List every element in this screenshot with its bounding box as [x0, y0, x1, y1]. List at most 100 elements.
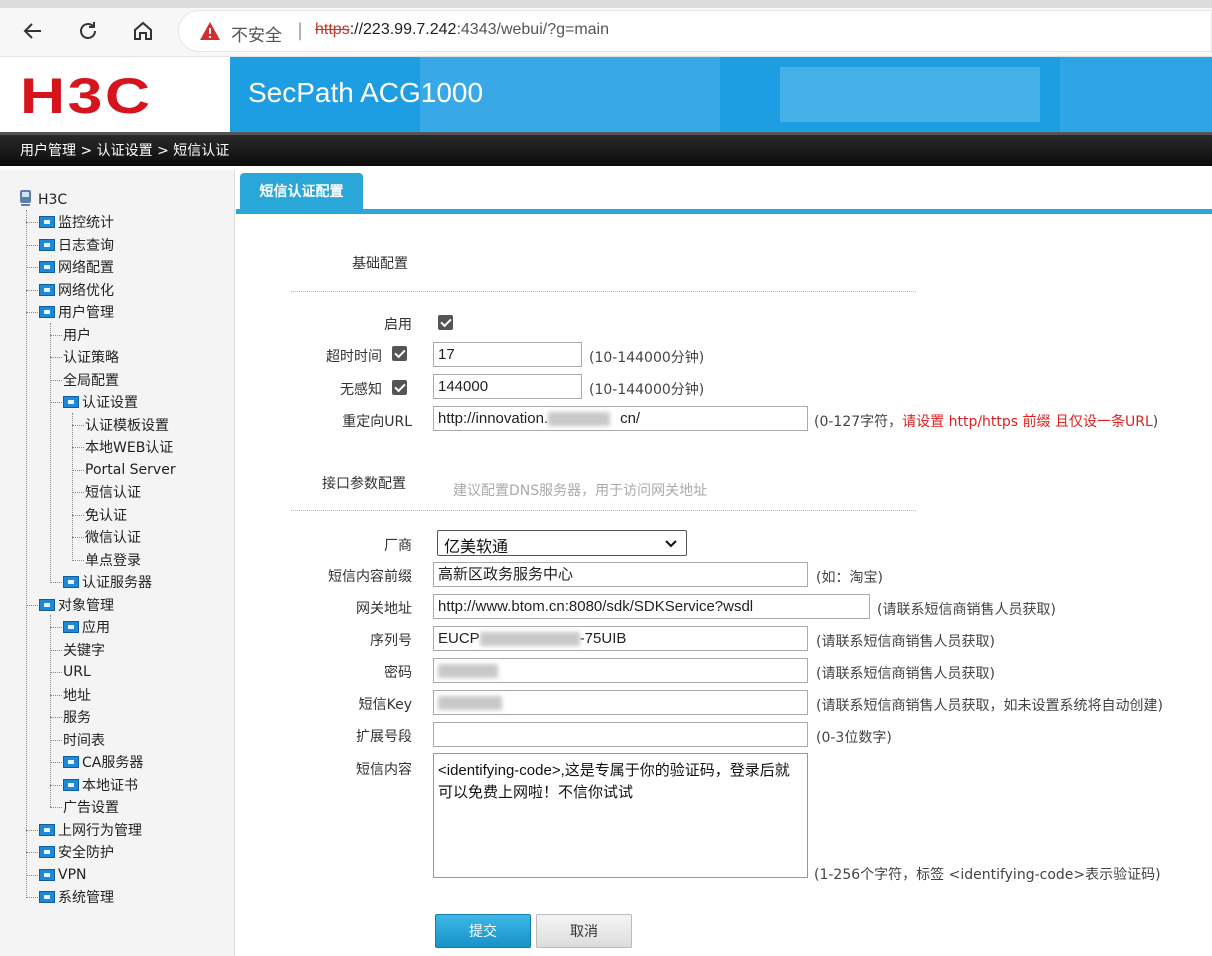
interface-config-title: 接口参数配置	[322, 476, 406, 492]
address-bar[interactable]: 不安全 | https://223.99.7.242:4343/webui/?g…	[178, 10, 1212, 52]
sidebar-item[interactable]: VPN	[39, 864, 87, 886]
gateway-input[interactable]: http://www.btom.cn:8080/sdk/SDKService?w…	[433, 594, 870, 619]
reload-icon[interactable]	[71, 14, 105, 48]
sidebar-item[interactable]: 对象管理	[39, 594, 114, 616]
sidebar-tree: H3C 监控统计日志查询网络配置网络优化用户管理用户认证策略全局配置认证设置认证…	[0, 170, 235, 956]
sidebar-item-label: 微信认证	[85, 530, 141, 546]
sidebar-item[interactable]: 上网行为管理	[39, 819, 142, 841]
browser-tab-strip	[0, 0, 1212, 8]
timeout-checkbox[interactable]	[392, 346, 407, 361]
password-hint: (请联系短信商销售人员获取)	[816, 666, 995, 682]
home-icon[interactable]	[126, 14, 160, 48]
redirect-url-input[interactable]: http://innovation. cn/	[433, 406, 808, 431]
sidebar-item[interactable]: 本地证书	[63, 774, 138, 796]
gateway-label: 网关地址	[356, 601, 412, 617]
sms-key-input[interactable]	[433, 690, 808, 715]
sidebar-item[interactable]: 免认证	[85, 504, 127, 526]
sidebar-item-label: 本地证书	[82, 777, 138, 794]
sidebar-item-label: 认证策略	[63, 350, 119, 366]
sidebar-item[interactable]: 本地WEB认证	[85, 436, 173, 458]
sms-content-hint: (1-256个字符，标签 <identifying-code>表示验证码)	[814, 867, 1161, 883]
chevron-down-icon	[664, 535, 678, 554]
sidebar-item-label: 短信认证	[85, 485, 141, 501]
sidebar-item[interactable]: 日志查询	[39, 234, 114, 256]
sidebar-item-label: 认证服务器	[82, 575, 152, 591]
timeout-label: 超时时间	[326, 349, 382, 365]
sidebar-item[interactable]: Portal Server	[85, 459, 176, 481]
password-input[interactable]	[433, 658, 808, 683]
sms-prefix-input[interactable]: 高新区政务服务中心	[433, 562, 808, 587]
sidebar-item[interactable]: URL	[63, 661, 91, 683]
seamless-label: 无感知	[340, 382, 382, 398]
back-icon[interactable]	[16, 14, 50, 48]
sidebar-item[interactable]: 短信认证	[85, 481, 141, 503]
sidebar-item[interactable]: CA服务器	[63, 751, 143, 773]
password-label: 密码	[384, 665, 412, 681]
sidebar-item[interactable]: 微信认证	[85, 526, 141, 548]
sidebar-item-label: 时间表	[63, 732, 105, 749]
sidebar-item[interactable]: 广告设置	[63, 796, 119, 818]
gateway-hint: (请联系短信商销售人员获取)	[877, 602, 1056, 618]
seamless-input[interactable]: 144000	[433, 374, 582, 399]
sms-content-textarea[interactable]: <identifying-code>,这是专属于你的验证码，登录后就可以免费上网…	[433, 753, 808, 878]
enable-label: 启用	[384, 317, 412, 333]
sidebar-item[interactable]: 网络优化	[39, 279, 114, 301]
sidebar-item[interactable]: 时间表	[63, 729, 105, 751]
sidebar-item-label: 全局配置	[63, 372, 119, 389]
sidebar-item[interactable]: 关键字	[63, 639, 105, 661]
extension-input[interactable]	[433, 722, 808, 747]
sidebar-item-label: 认证模板设置	[85, 417, 169, 434]
cancel-button[interactable]: 取消	[536, 914, 632, 948]
sidebar-item-label: CA服务器	[82, 755, 144, 771]
seamless-hint: (10-144000分钟)	[589, 382, 705, 398]
sidebar-item-label: 广告设置	[63, 800, 119, 816]
sidebar-item[interactable]: 网络配置	[39, 256, 114, 278]
sms-content-label: 短信内容	[356, 762, 412, 778]
sidebar-item-label: 用户管理	[58, 305, 114, 321]
sms-key-label: 短信Key	[358, 697, 412, 713]
folder-icon	[63, 621, 79, 633]
folder-icon	[39, 261, 55, 273]
sidebar-item[interactable]: 系统管理	[39, 886, 114, 908]
sidebar-item[interactable]: 全局配置	[63, 369, 119, 391]
sidebar-item-label: 网络配置	[58, 260, 114, 276]
folder-icon	[39, 891, 55, 903]
sidebar-item[interactable]: 安全防护	[39, 841, 114, 863]
sidebar-item[interactable]: 地址	[63, 684, 91, 706]
sidebar-item[interactable]: 单点登录	[85, 549, 141, 571]
sidebar-item[interactable]: 用户管理	[39, 301, 114, 323]
sidebar-item-label: 日志查询	[58, 237, 114, 254]
sidebar-item[interactable]: 服务	[63, 706, 91, 728]
seamless-checkbox[interactable]	[392, 380, 407, 395]
extension-label: 扩展号段	[356, 729, 412, 745]
timeout-input[interactable]: 17	[433, 342, 582, 367]
sidebar-item[interactable]: 认证策略	[63, 346, 119, 368]
tab-sms-auth-config[interactable]: 短信认证配置	[240, 173, 363, 209]
sidebar-item[interactable]: 认证服务器	[63, 571, 152, 593]
sidebar-item-label: 应用	[82, 620, 110, 636]
folder-icon	[39, 823, 55, 836]
sidebar-item-label: 用户	[63, 327, 91, 344]
sidebar-item-label: 监控统计	[58, 215, 114, 231]
folder-icon	[39, 846, 55, 858]
serial-label: 序列号	[370, 633, 412, 649]
sidebar-item[interactable]: 用户	[63, 324, 91, 346]
sidebar-item-label: 免认证	[85, 507, 127, 524]
submit-button[interactable]: 提交	[435, 914, 531, 948]
serial-input[interactable]: EUCP -75UIB	[433, 626, 808, 651]
sidebar-item[interactable]: 应用	[63, 616, 110, 638]
vendor-label: 厂商	[384, 538, 412, 554]
sidebar-item-label: URL	[63, 664, 91, 680]
h3c-logo: H3C	[20, 68, 153, 124]
folder-icon	[39, 598, 55, 611]
extension-hint: (0-3位数字)	[816, 730, 892, 746]
sidebar-item-label: 网络优化	[58, 282, 114, 299]
enable-checkbox[interactable]	[438, 315, 453, 330]
sidebar-item[interactable]: 认证模板设置	[85, 414, 169, 436]
warning-icon	[199, 21, 221, 45]
vendor-select[interactable]: 亿美软通	[437, 530, 687, 556]
sidebar-item-label: 单点登录	[85, 552, 141, 569]
sidebar-item[interactable]: 监控统计	[39, 211, 114, 233]
tree-root[interactable]: H3C	[18, 189, 67, 211]
sidebar-item[interactable]: 认证设置	[63, 391, 138, 413]
